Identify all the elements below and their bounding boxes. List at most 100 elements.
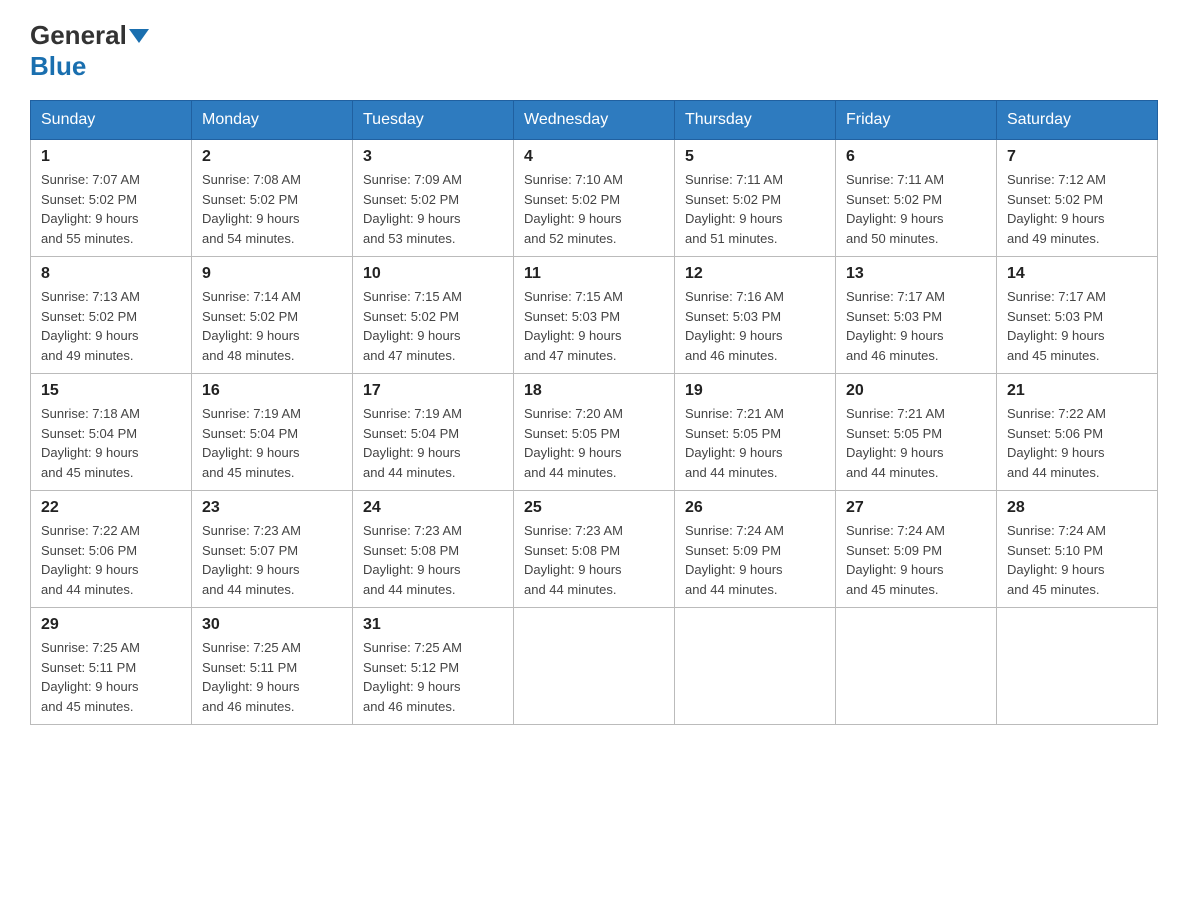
- day-number: 17: [363, 382, 503, 400]
- day-info: Sunrise: 7:25 AMSunset: 5:11 PMDaylight:…: [41, 640, 140, 714]
- calendar-cell: 9 Sunrise: 7:14 AMSunset: 5:02 PMDayligh…: [192, 257, 353, 374]
- day-number: 3: [363, 148, 503, 166]
- day-number: 13: [846, 265, 986, 283]
- calendar-cell: 6 Sunrise: 7:11 AMSunset: 5:02 PMDayligh…: [836, 140, 997, 257]
- day-info: Sunrise: 7:16 AMSunset: 5:03 PMDaylight:…: [685, 289, 784, 363]
- day-info: Sunrise: 7:13 AMSunset: 5:02 PMDaylight:…: [41, 289, 140, 363]
- calendar-cell: [836, 608, 997, 725]
- day-number: 24: [363, 499, 503, 517]
- calendar-cell: [675, 608, 836, 725]
- page-header: General Blue: [30, 20, 1158, 82]
- week-row: 29 Sunrise: 7:25 AMSunset: 5:11 PMDaylig…: [31, 608, 1158, 725]
- day-info: Sunrise: 7:15 AMSunset: 5:02 PMDaylight:…: [363, 289, 462, 363]
- day-number: 9: [202, 265, 342, 283]
- day-number: 23: [202, 499, 342, 517]
- day-info: Sunrise: 7:08 AMSunset: 5:02 PMDaylight:…: [202, 172, 301, 246]
- calendar-table: SundayMondayTuesdayWednesdayThursdayFrid…: [30, 100, 1158, 725]
- day-number: 21: [1007, 382, 1147, 400]
- day-of-week-header: Monday: [192, 101, 353, 140]
- day-info: Sunrise: 7:21 AMSunset: 5:05 PMDaylight:…: [685, 406, 784, 480]
- calendar-cell: 13 Sunrise: 7:17 AMSunset: 5:03 PMDaylig…: [836, 257, 997, 374]
- calendar-cell: 19 Sunrise: 7:21 AMSunset: 5:05 PMDaylig…: [675, 374, 836, 491]
- day-number: 7: [1007, 148, 1147, 166]
- day-info: Sunrise: 7:15 AMSunset: 5:03 PMDaylight:…: [524, 289, 623, 363]
- calendar-cell: 8 Sunrise: 7:13 AMSunset: 5:02 PMDayligh…: [31, 257, 192, 374]
- day-info: Sunrise: 7:23 AMSunset: 5:07 PMDaylight:…: [202, 523, 301, 597]
- calendar-cell: 26 Sunrise: 7:24 AMSunset: 5:09 PMDaylig…: [675, 491, 836, 608]
- logo-triangle-icon: [129, 29, 149, 43]
- calendar-cell: [514, 608, 675, 725]
- day-number: 4: [524, 148, 664, 166]
- day-info: Sunrise: 7:09 AMSunset: 5:02 PMDaylight:…: [363, 172, 462, 246]
- day-number: 1: [41, 148, 181, 166]
- day-info: Sunrise: 7:11 AMSunset: 5:02 PMDaylight:…: [846, 172, 944, 246]
- calendar-cell: 10 Sunrise: 7:15 AMSunset: 5:02 PMDaylig…: [353, 257, 514, 374]
- calendar-cell: 24 Sunrise: 7:23 AMSunset: 5:08 PMDaylig…: [353, 491, 514, 608]
- day-number: 30: [202, 616, 342, 634]
- day-info: Sunrise: 7:07 AMSunset: 5:02 PMDaylight:…: [41, 172, 140, 246]
- day-info: Sunrise: 7:22 AMSunset: 5:06 PMDaylight:…: [41, 523, 140, 597]
- day-info: Sunrise: 7:19 AMSunset: 5:04 PMDaylight:…: [363, 406, 462, 480]
- day-number: 27: [846, 499, 986, 517]
- day-info: Sunrise: 7:25 AMSunset: 5:12 PMDaylight:…: [363, 640, 462, 714]
- day-number: 19: [685, 382, 825, 400]
- day-number: 10: [363, 265, 503, 283]
- day-info: Sunrise: 7:24 AMSunset: 5:10 PMDaylight:…: [1007, 523, 1106, 597]
- day-number: 11: [524, 265, 664, 283]
- day-info: Sunrise: 7:24 AMSunset: 5:09 PMDaylight:…: [846, 523, 945, 597]
- day-number: 16: [202, 382, 342, 400]
- calendar-cell: 21 Sunrise: 7:22 AMSunset: 5:06 PMDaylig…: [997, 374, 1158, 491]
- calendar-cell: 1 Sunrise: 7:07 AMSunset: 5:02 PMDayligh…: [31, 140, 192, 257]
- calendar-cell: 11 Sunrise: 7:15 AMSunset: 5:03 PMDaylig…: [514, 257, 675, 374]
- calendar-cell: 28 Sunrise: 7:24 AMSunset: 5:10 PMDaylig…: [997, 491, 1158, 608]
- day-of-week-header: Wednesday: [514, 101, 675, 140]
- day-number: 2: [202, 148, 342, 166]
- logo-line1: General: [30, 20, 149, 51]
- day-number: 18: [524, 382, 664, 400]
- day-info: Sunrise: 7:12 AMSunset: 5:02 PMDaylight:…: [1007, 172, 1106, 246]
- calendar-cell: 31 Sunrise: 7:25 AMSunset: 5:12 PMDaylig…: [353, 608, 514, 725]
- logo: General Blue: [30, 20, 149, 82]
- week-row: 22 Sunrise: 7:22 AMSunset: 5:06 PMDaylig…: [31, 491, 1158, 608]
- logo-line2: Blue: [30, 51, 149, 82]
- week-row: 15 Sunrise: 7:18 AMSunset: 5:04 PMDaylig…: [31, 374, 1158, 491]
- day-of-week-header: Thursday: [675, 101, 836, 140]
- calendar-cell: 12 Sunrise: 7:16 AMSunset: 5:03 PMDaylig…: [675, 257, 836, 374]
- calendar-cell: 14 Sunrise: 7:17 AMSunset: 5:03 PMDaylig…: [997, 257, 1158, 374]
- week-row: 1 Sunrise: 7:07 AMSunset: 5:02 PMDayligh…: [31, 140, 1158, 257]
- day-info: Sunrise: 7:22 AMSunset: 5:06 PMDaylight:…: [1007, 406, 1106, 480]
- calendar-cell: 5 Sunrise: 7:11 AMSunset: 5:02 PMDayligh…: [675, 140, 836, 257]
- calendar-cell: 18 Sunrise: 7:20 AMSunset: 5:05 PMDaylig…: [514, 374, 675, 491]
- calendar-cell: 23 Sunrise: 7:23 AMSunset: 5:07 PMDaylig…: [192, 491, 353, 608]
- day-info: Sunrise: 7:17 AMSunset: 5:03 PMDaylight:…: [846, 289, 945, 363]
- day-info: Sunrise: 7:20 AMSunset: 5:05 PMDaylight:…: [524, 406, 623, 480]
- day-number: 15: [41, 382, 181, 400]
- calendar-cell: [997, 608, 1158, 725]
- day-info: Sunrise: 7:25 AMSunset: 5:11 PMDaylight:…: [202, 640, 301, 714]
- calendar-cell: 20 Sunrise: 7:21 AMSunset: 5:05 PMDaylig…: [836, 374, 997, 491]
- day-number: 26: [685, 499, 825, 517]
- calendar-cell: 25 Sunrise: 7:23 AMSunset: 5:08 PMDaylig…: [514, 491, 675, 608]
- days-header-row: SundayMondayTuesdayWednesdayThursdayFrid…: [31, 101, 1158, 140]
- day-info: Sunrise: 7:24 AMSunset: 5:09 PMDaylight:…: [685, 523, 784, 597]
- day-number: 12: [685, 265, 825, 283]
- calendar-cell: 15 Sunrise: 7:18 AMSunset: 5:04 PMDaylig…: [31, 374, 192, 491]
- day-info: Sunrise: 7:14 AMSunset: 5:02 PMDaylight:…: [202, 289, 301, 363]
- day-number: 6: [846, 148, 986, 166]
- calendar-cell: 17 Sunrise: 7:19 AMSunset: 5:04 PMDaylig…: [353, 374, 514, 491]
- day-of-week-header: Friday: [836, 101, 997, 140]
- day-of-week-header: Sunday: [31, 101, 192, 140]
- day-info: Sunrise: 7:23 AMSunset: 5:08 PMDaylight:…: [363, 523, 462, 597]
- day-info: Sunrise: 7:23 AMSunset: 5:08 PMDaylight:…: [524, 523, 623, 597]
- day-info: Sunrise: 7:17 AMSunset: 5:03 PMDaylight:…: [1007, 289, 1106, 363]
- day-number: 28: [1007, 499, 1147, 517]
- calendar-cell: 2 Sunrise: 7:08 AMSunset: 5:02 PMDayligh…: [192, 140, 353, 257]
- day-info: Sunrise: 7:19 AMSunset: 5:04 PMDaylight:…: [202, 406, 301, 480]
- calendar-cell: 3 Sunrise: 7:09 AMSunset: 5:02 PMDayligh…: [353, 140, 514, 257]
- day-info: Sunrise: 7:11 AMSunset: 5:02 PMDaylight:…: [685, 172, 783, 246]
- day-number: 22: [41, 499, 181, 517]
- day-info: Sunrise: 7:10 AMSunset: 5:02 PMDaylight:…: [524, 172, 623, 246]
- calendar-cell: 29 Sunrise: 7:25 AMSunset: 5:11 PMDaylig…: [31, 608, 192, 725]
- day-info: Sunrise: 7:18 AMSunset: 5:04 PMDaylight:…: [41, 406, 140, 480]
- calendar-cell: 27 Sunrise: 7:24 AMSunset: 5:09 PMDaylig…: [836, 491, 997, 608]
